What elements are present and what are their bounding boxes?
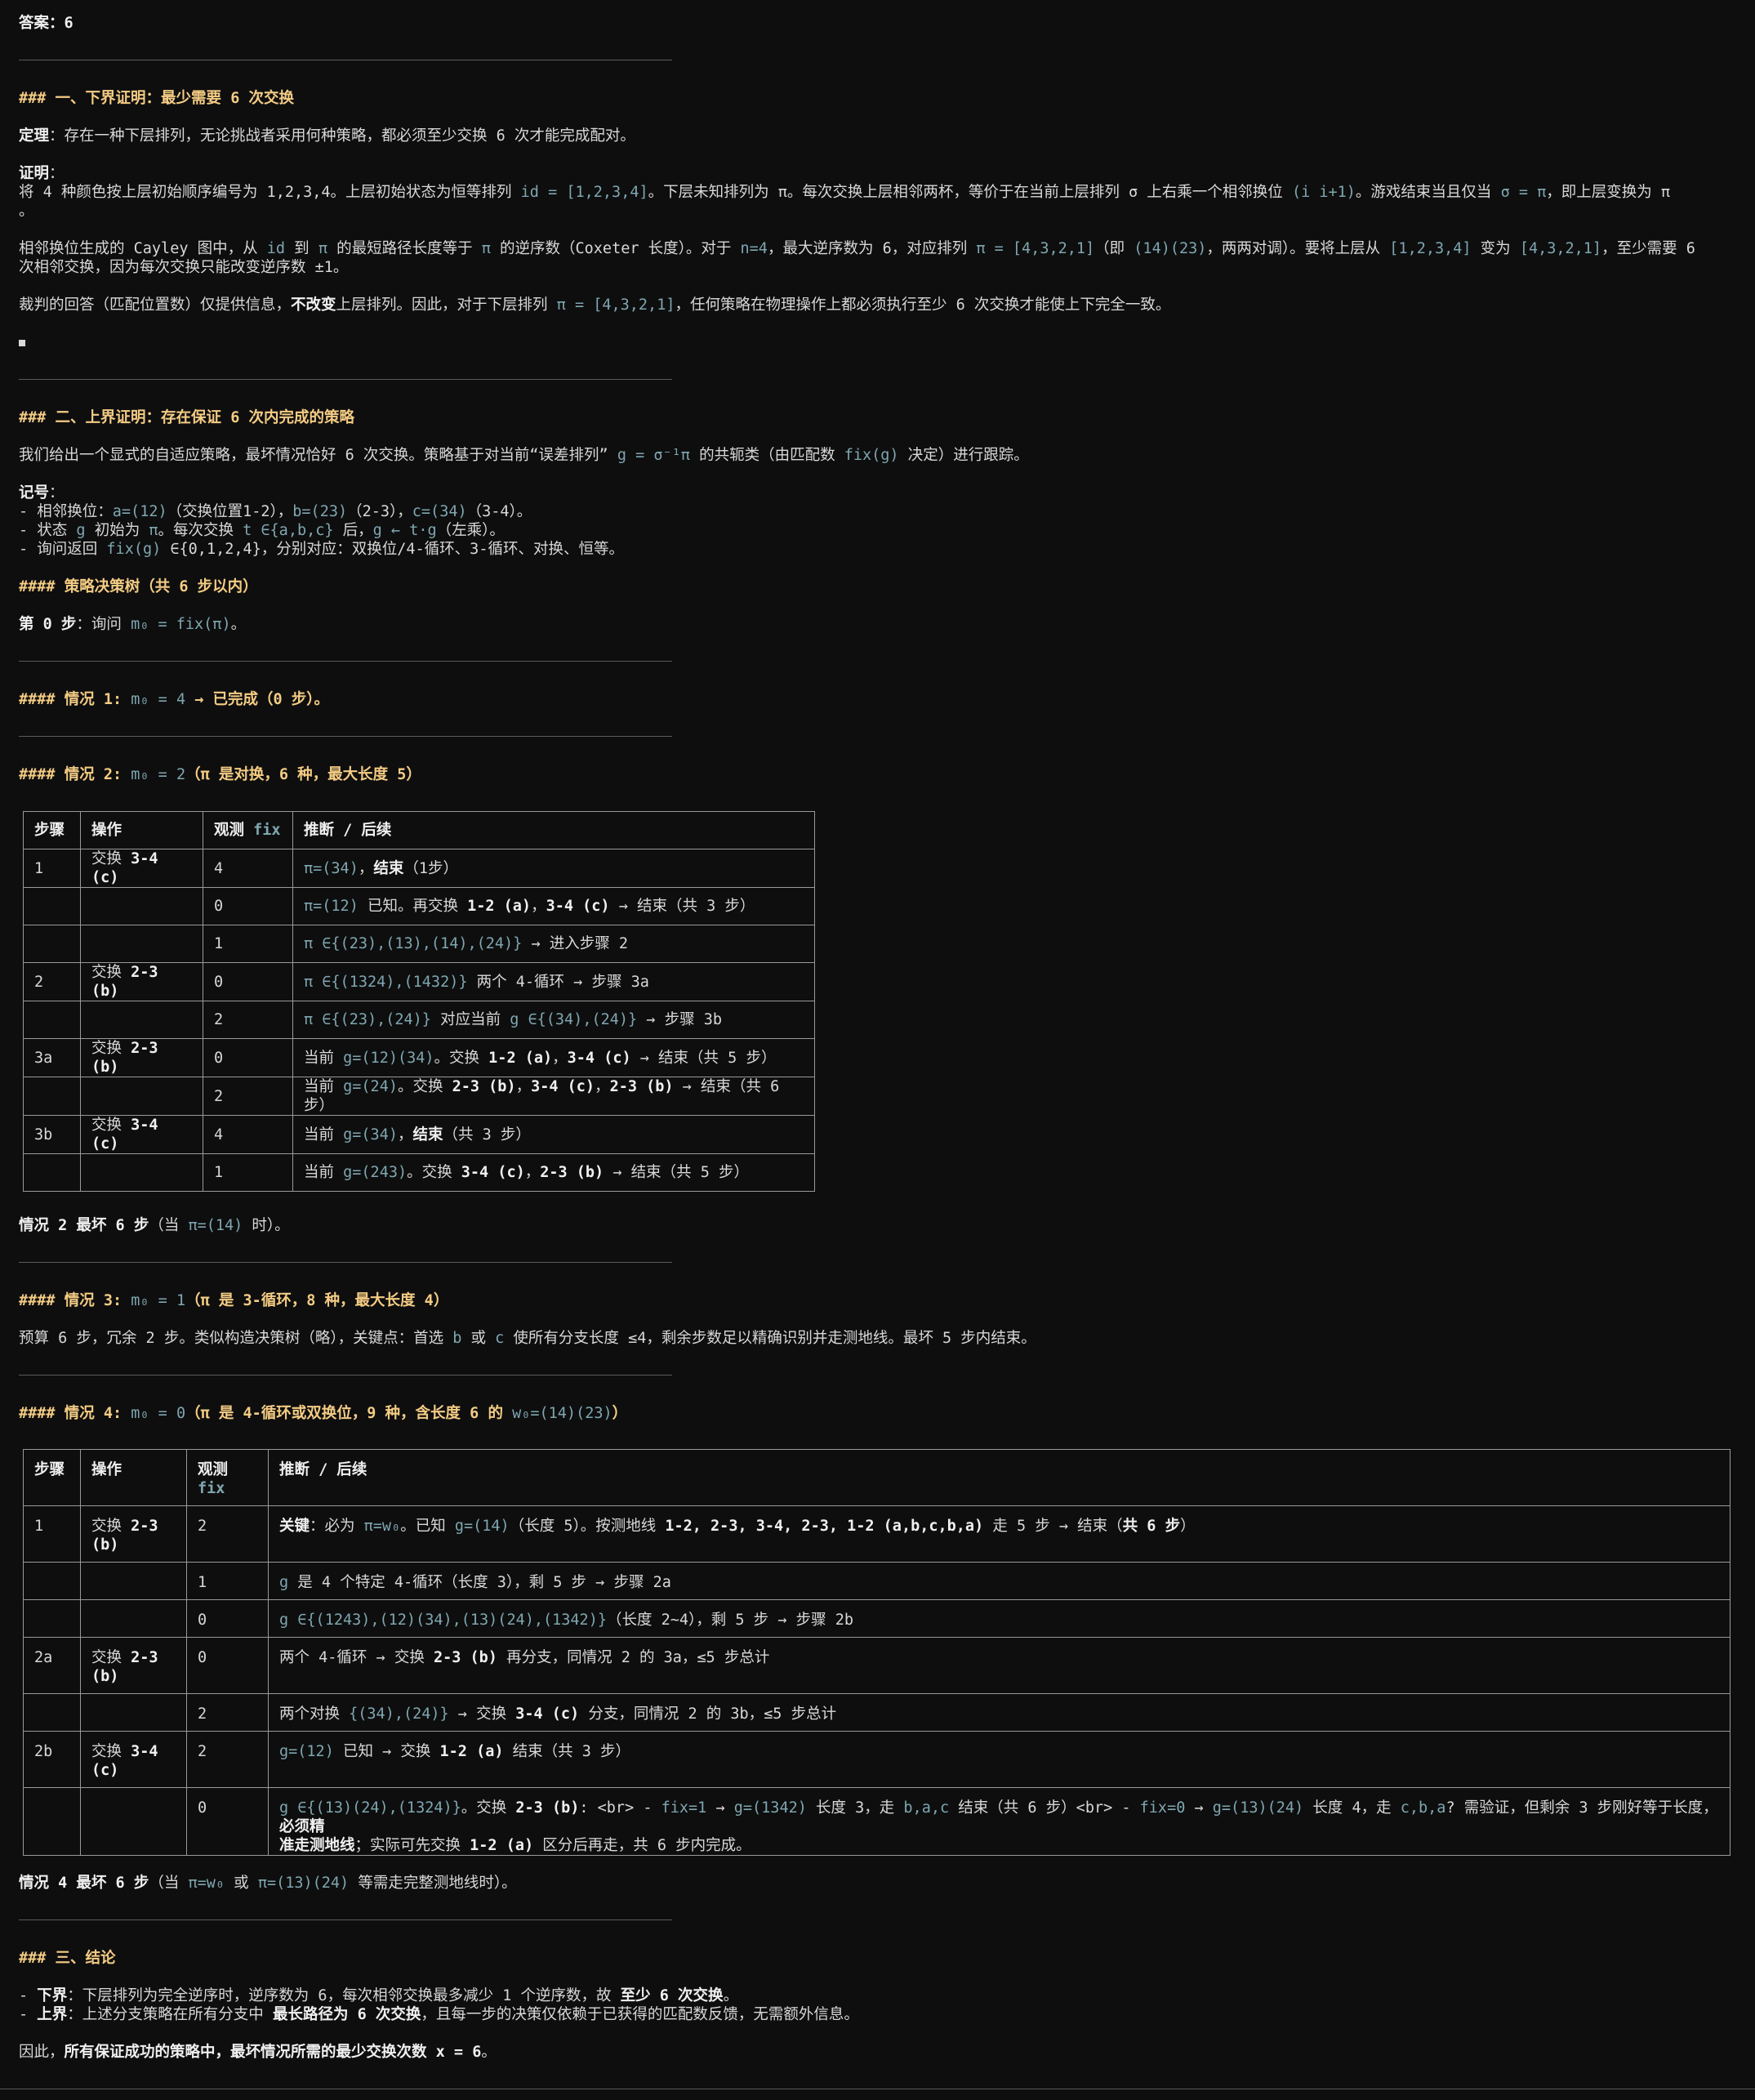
table-row: 2 当前 g=(24)。交换 2-3 (b)，3-4 (c)，2-3 (b) →… xyxy=(23,1077,815,1116)
theorem-text: ：存在一种下层排列，无论挑战者采用何种策略，都必须至少交换 6 次才能完成配对。 xyxy=(49,127,635,145)
table-header-row: 步骤 操作 观测 fix 推断 / 后续 xyxy=(23,1449,1731,1506)
conclusion-list: - 下界：下层排列为完全逆序时，逆序数为 6，每次相邻交换最多减少 1 个逆序数… xyxy=(19,1986,1736,2024)
theorem-label: 定理 xyxy=(19,127,50,145)
divider xyxy=(19,1919,672,1920)
qed-square-icon xyxy=(19,333,1736,352)
page: 答案：6 ### 一、下界证明：最少需要 6 次交换 定理：存在一种下层排列，无… xyxy=(0,0,1755,2100)
answer-value: 6 xyxy=(64,15,73,32)
table-row: 0 g ∈{(1243),(12)(34),(13)(24),(1342)}（长… xyxy=(23,1599,1731,1638)
column-header: 操作 xyxy=(80,1449,187,1506)
section-2-intro: 我们给出一个显式的自适应策略，最坏情况恰好 6 次交换。策略基于对当前“误差排列… xyxy=(19,447,1029,464)
notation: 记号： - 相邻换位：a=(12)（交换位置1-2），b=(23)（2-3），c… xyxy=(19,484,1736,559)
section-2-title: ### 二、上界证明：存在保证 6 次内完成的策略 xyxy=(19,409,354,426)
column-header: 观测 fix xyxy=(186,1449,269,1506)
table-row: 1 g 是 4 个特定 4-循环（长度 3），剩 5 步 → 步骤 2a xyxy=(23,1562,1731,1600)
proof-paragraph-1: 将 4 种颜色按上层初始顺序编号为 1,2,3,4。上层初始状态为恒等排列 id… xyxy=(19,184,1671,201)
table-row: 2 π ∈{(23),(24)} 对应当前 g ∈{(34),(24)} → 步… xyxy=(23,1001,815,1039)
case-3-text: 预算 6 步，冗余 2 步。类似构造决策树（略），关键点：首选 b 或 c 使所… xyxy=(19,1330,1036,1347)
notation-item: - 询问返回 fix(g) ∈{0,1,2,4}，分别对应：双换位/4-循环、3… xyxy=(19,541,624,558)
case-2-heading: #### 情况 2: m₀ = 2（π 是对换，6 种，最大长度 5） xyxy=(19,766,421,783)
final-conclusion: 因此，所有保证成功的策略中，最坏情况所需的最少交换次数 x = 6。 xyxy=(19,2044,497,2061)
case-3-heading: #### 情况 3: m₀ = 1（π 是 3-循环，8 种，最大长度 4） xyxy=(19,1292,449,1309)
table-row: 2b 交换 3-4 (c) 2 g=(12) 已知 → 交换 1-2 (a) 结束… xyxy=(23,1731,1731,1788)
proof: 证明： 将 4 种颜色按上层初始顺序编号为 1,2,3,4。上层初始状态为恒等排… xyxy=(19,164,1736,221)
table-row: 1 π ∈{(23),(13),(14),(24)} → 进入步骤 2 xyxy=(23,925,815,963)
table-row: 1 交换 2-3 (b) 2 关键：必为 π=w₀。已知 g=(14)（长度 5）… xyxy=(23,1505,1731,1563)
proof-label: 证明 xyxy=(19,165,50,182)
divider xyxy=(19,661,672,662)
case-2-summary: 情况 2 最坏 6 步（当 π=(14) 时）。 xyxy=(19,1217,290,1234)
answer-line: 答案：6 xyxy=(19,14,1736,33)
column-header: 操作 xyxy=(80,811,203,849)
column-header: 推断 / 后续 xyxy=(292,811,815,849)
column-header: 观测 fix xyxy=(203,811,293,849)
section-3-title: ### 三、结论 xyxy=(19,1950,116,1967)
table-row: 2 交换 2-3 (b) 0 π ∈{(1324),(1432)} 两个 4-循… xyxy=(23,962,815,1001)
conclusion-item: - 上界：上述分支策略在所有分支中 最长路径为 6 次交换，且每一步的决策仅依赖… xyxy=(19,2006,859,2023)
proof-paragraph-3: 裁判的回答（匹配位置数）仅提供信息，不改变上层排列。因此，对于下层排列 π = … xyxy=(19,296,1171,314)
notation-label: 记号 xyxy=(19,484,50,502)
case-1-heading: #### 情况 1: m₀ = 4 → 已完成（0 步）。 xyxy=(19,691,330,708)
column-header: 步骤 xyxy=(23,811,81,849)
divider xyxy=(19,379,672,380)
table-row: 0 g ∈{(13)(24),(1324)}。交换 2-3 (b): <br> … xyxy=(23,1787,1731,1856)
case-4-summary: 情况 4 最坏 6 步（当 π=w₀ 或 π=(13)(24) 等需走完整测地线… xyxy=(19,1875,517,1892)
table-row: 2 两个对换 {(34),(24)} → 交换 3-4 (c) 分支，同情况 2… xyxy=(23,1693,1731,1732)
table-row: 1 交换 3-4 (c) 4 π=(34)，结束（1步） xyxy=(23,849,815,888)
theorem: 定理：存在一种下层排列，无论挑战者采用何种策略，都必须至少交换 6 次才能完成配… xyxy=(19,127,1736,145)
table-row: 3a 交换 2-3 (b) 0 当前 g=(12)(34)。交换 1-2 (a)… xyxy=(23,1038,815,1077)
step-0: 第 0 步：询问 m₀ = fix(π)。 xyxy=(19,616,247,633)
divider xyxy=(19,736,672,737)
table-row: 3b 交换 3-4 (c) 4 当前 g=(34)，结束（共 3 步） xyxy=(23,1115,815,1154)
conclusion-item: - 下界：下层排列为完全逆序时，逆序数为 6，每次相邻交换最多减少 1 个逆序数… xyxy=(19,1987,739,2004)
section-1-title: ### 一、下界证明：最少需要 6 次交换 xyxy=(19,90,294,107)
notation-item: - 状态 g 初始为 π。每次交换 t ∈{a,b,c} 后，g ← t·g（左… xyxy=(19,522,505,539)
case-2-strategy-table: 步骤 操作 观测 fix 推断 / 后续 1 交换 3-4 (c) 4 π=(3… xyxy=(23,811,815,1192)
divider xyxy=(19,1262,672,1263)
column-header: 推断 / 后续 xyxy=(268,1449,1731,1506)
case-4-strategy-table: 步骤 操作 观测 fix 推断 / 后续 1 交换 2-3 (b) 2 关键：必为 … xyxy=(23,1449,1731,1856)
table-row: 1 当前 g=(243)。交换 3-4 (c)，2-3 (b) → 结束（共 5… xyxy=(23,1153,815,1192)
table-header-row: 步骤 操作 观测 fix 推断 / 后续 xyxy=(23,811,815,849)
notation-item: - 相邻换位：a=(12)（交换位置1-2），b=(23)（2-3），c=(34… xyxy=(19,503,532,520)
table-row: 0 π=(12) 已知。再交换 1-2 (a)，3-4 (c) → 结束（共 3… xyxy=(23,887,815,925)
decision-tree-title: #### 策略决策树（共 6 步以内） xyxy=(19,578,258,595)
column-header: 步骤 xyxy=(23,1449,81,1506)
case-4-heading: #### 情况 4: m₀ = 0（π 是 4-循环或双换位，9 种，含长度 6… xyxy=(19,1405,628,1422)
answer-label: 答案： xyxy=(19,15,65,32)
proof-paragraph-2: 相邻换位生成的 Cayley 图中，从 id 到 π 的最短路径长度等于 π 的… xyxy=(19,240,1695,276)
table-row: 2a 交换 2-3 (b) 0 两个 4-循环 → 交换 2-3 (b) 再分支，… xyxy=(23,1637,1731,1694)
